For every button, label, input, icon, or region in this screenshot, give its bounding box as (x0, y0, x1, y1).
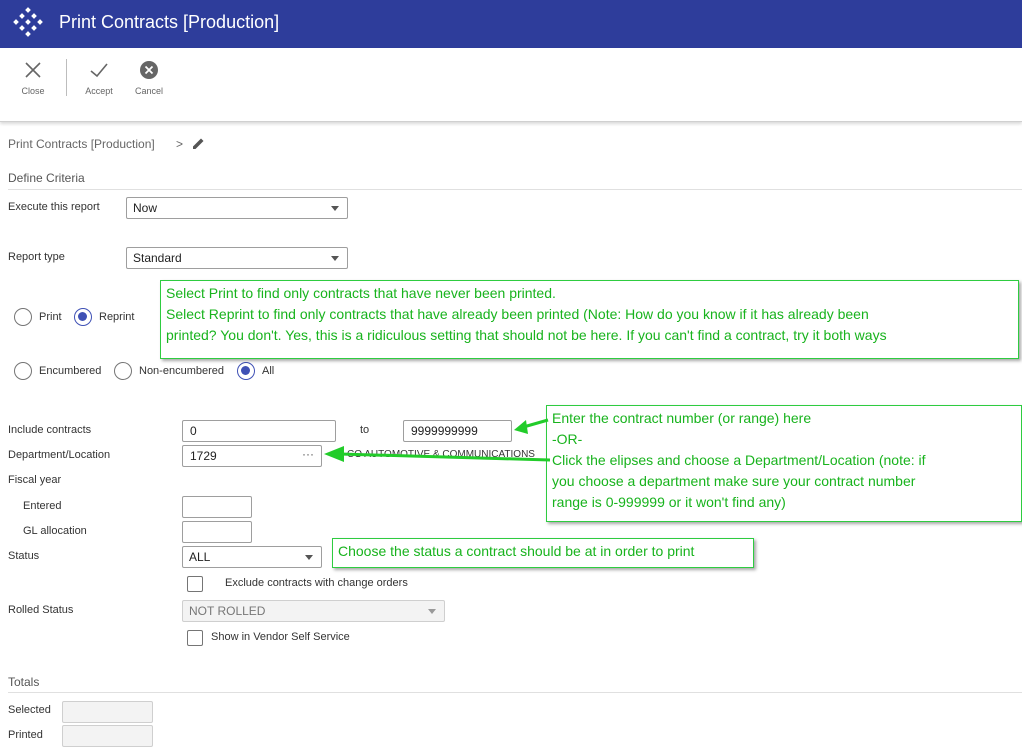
rolled-status-value: NOT ROLLED (189, 604, 266, 618)
annotation-arrow-icon (324, 446, 551, 462)
selected-label: Selected (8, 704, 51, 716)
gl-allocation-label: GL allocation (23, 525, 87, 537)
entered-input[interactable] (182, 496, 252, 518)
vendor-self-service-checkbox[interactable] (187, 630, 203, 646)
print-radio-label: Print (39, 311, 62, 323)
divider (8, 189, 1022, 190)
rolled-status-select: NOT ROLLED (182, 600, 445, 622)
status-annotation: Choose the status a contract should be a… (332, 538, 754, 568)
department-label: Department/Location (8, 449, 111, 461)
status-label: Status (8, 550, 40, 562)
print-radio[interactable] (14, 308, 32, 326)
rolled-status-label: Rolled Status (8, 604, 74, 616)
chevron-down-icon (331, 206, 339, 211)
execute-label: Execute this report (8, 201, 100, 213)
chevron-down-icon (428, 609, 436, 614)
cancel-circle-icon (140, 61, 158, 79)
check-icon (90, 63, 108, 78)
all-radio[interactable] (237, 362, 255, 380)
cancel-label: Cancel (134, 86, 163, 96)
report-type-select[interactable]: Standard (126, 247, 348, 269)
status-value: ALL (189, 550, 211, 564)
annotation-line: Enter the contract number (or range) her… (552, 410, 812, 426)
annotation-line: range is 0-999999 or it won't find any) (552, 494, 786, 510)
non-encumbered-radio[interactable] (114, 362, 132, 380)
encumbered-radio[interactable] (14, 362, 32, 380)
ellipsis-icon[interactable]: ··· (302, 447, 314, 461)
toolbar-separator (66, 59, 67, 96)
annotation-line: Choose the status a contract should be a… (338, 543, 695, 559)
range-to-label: to (360, 424, 370, 436)
execute-value: Now (133, 201, 158, 215)
report-type-label: Report type (8, 251, 65, 263)
accept-label: Accept (85, 86, 113, 96)
print-reprint-annotation: Select Print to find only contracts that… (160, 280, 1019, 359)
printed-count-field (62, 725, 153, 747)
annotation-line: -OR- (552, 431, 583, 447)
exclude-change-orders-checkbox[interactable] (187, 576, 203, 592)
report-type-value: Standard (133, 251, 182, 265)
annotation-arrow-icon (514, 418, 549, 434)
chevron-down-icon (331, 256, 339, 261)
exclude-change-orders-label: Exclude contracts with change orders (225, 577, 408, 589)
contract-to-input[interactable]: 9999999999 (403, 420, 512, 442)
pencil-icon[interactable] (191, 136, 206, 151)
vendor-self-service-label: Show in Vendor Self Service (211, 631, 350, 643)
app-logo-icon (13, 7, 43, 37)
close-button[interactable]: Close (10, 60, 56, 100)
breadcrumb-separator: > (176, 137, 184, 151)
chevron-down-icon (305, 555, 313, 560)
all-radio-label: All (262, 365, 275, 377)
department-input[interactable]: 1729 ··· (182, 445, 322, 467)
close-icon (25, 62, 41, 78)
annotation-line: you choose a department make sure your c… (552, 473, 916, 489)
define-criteria-heading: Define Criteria (8, 171, 85, 185)
status-select[interactable]: ALL (182, 546, 322, 568)
execute-select[interactable]: Now (126, 197, 348, 219)
breadcrumb[interactable]: Print Contracts [Production] (8, 137, 155, 151)
fiscal-year-label: Fiscal year (8, 474, 62, 486)
totals-heading: Totals (8, 675, 40, 689)
divider (8, 692, 1022, 693)
gl-allocation-input[interactable] (182, 521, 252, 543)
reprint-radio[interactable] (74, 308, 92, 326)
annotation-line: printed? You don't. Yes, this is a ridic… (166, 327, 887, 343)
page-title: Print Contracts [Production] (59, 12, 280, 32)
encumbered-radio-label: Encumbered (39, 365, 102, 377)
annotation-line: Click the elipses and choose a Departmen… (552, 452, 926, 468)
include-contracts-label: Include contracts (8, 424, 92, 436)
contract-number-annotation: Enter the contract number (or range) her… (546, 405, 1022, 522)
non-encumbered-radio-label: Non-encumbered (139, 365, 224, 377)
department-value: 1729 (190, 449, 217, 463)
accept-button[interactable]: Accept (76, 60, 122, 100)
annotation-line: Select Reprint to find only contracts th… (166, 306, 869, 322)
entered-label: Entered (23, 500, 62, 512)
printed-label: Printed (8, 729, 43, 741)
selected-count-field (62, 701, 153, 723)
close-label: Close (21, 86, 45, 96)
contract-from-input[interactable]: 0 (182, 420, 336, 442)
annotation-line: Select Print to find only contracts that… (166, 285, 556, 301)
cancel-button[interactable]: Cancel (126, 60, 172, 100)
reprint-radio-label: Reprint (99, 311, 135, 323)
